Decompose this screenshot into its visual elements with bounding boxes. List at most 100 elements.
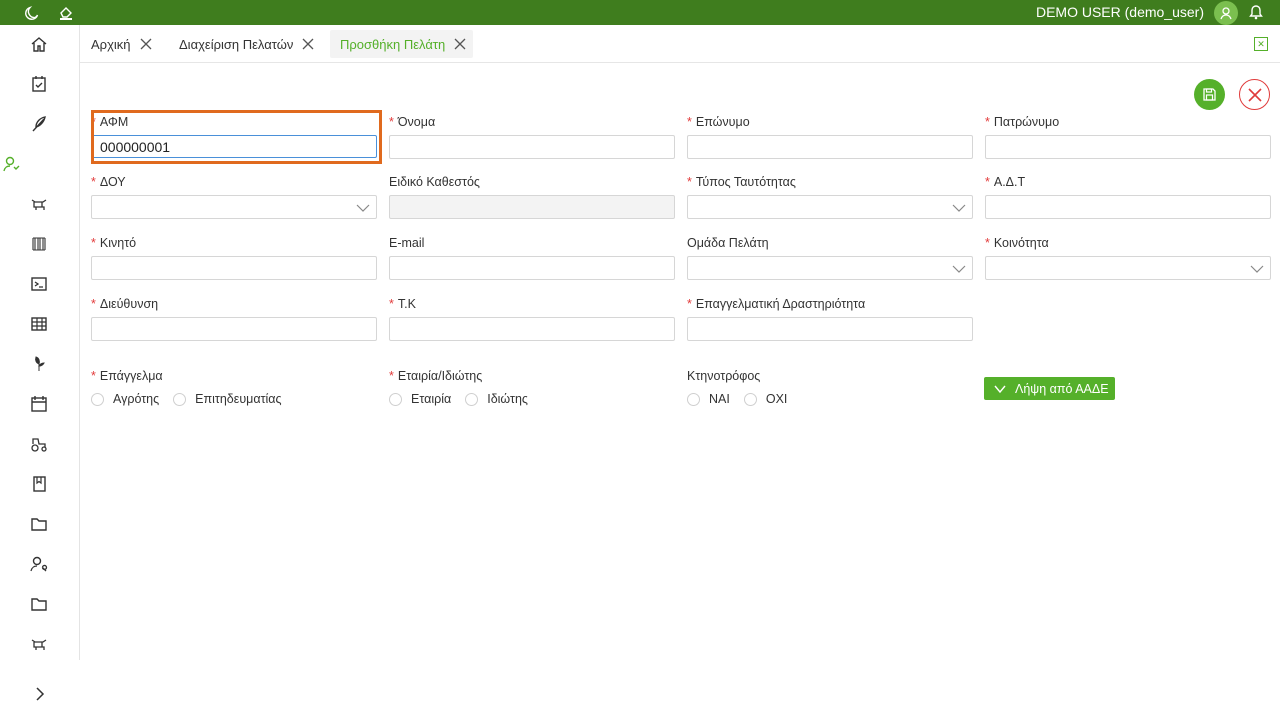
postal-code-input[interactable] [389,317,675,341]
folder-icon[interactable] [28,513,50,535]
afm-input[interactable] [91,135,377,158]
tab-label: Διαχείριση Πελατών [179,36,294,52]
field-label: * Επάγγελμα [91,369,163,383]
livestock-radio-group: Κτηνοτρόφος ΝΑΙ ΟΧΙ [687,368,801,406]
first-name-input[interactable] [389,135,675,159]
field-label: * Όνομα [389,115,436,129]
radio-company[interactable]: Εταιρία [389,392,451,406]
user-name[interactable]: DEMO USER (demo_user) [1036,4,1204,20]
father-name-field: * Πατρώνυμο [985,114,1271,159]
special-status-field: Ειδικό Καθεστός [389,174,675,219]
id-number-input[interactable] [985,195,1271,219]
chevron-down-icon [952,265,966,273]
last-name-input[interactable] [687,135,973,159]
field-label: * Α.Δ.Τ [985,175,1026,189]
cancel-button[interactable] [1239,79,1270,110]
chevron-down-icon [1250,265,1264,273]
avatar-icon[interactable] [1214,1,1238,25]
chevron-down-icon [994,382,1008,396]
field-label: * ΔΟΥ [91,175,126,189]
father-name-input[interactable] [985,135,1271,159]
business-activity-input[interactable] [687,317,973,341]
email-input[interactable] [389,256,675,280]
chevron-down-icon [952,204,966,212]
id-type-field: * Τύπος Ταυτότητας [687,174,973,219]
first-name-field: * Όνομα [389,114,675,159]
tab-label: Προσθήκη Πελάτη [340,36,446,52]
close-all-tabs-icon[interactable]: ✕ [1254,37,1268,51]
mobile-input[interactable] [91,256,377,280]
customer-group-field: Ομάδα Πελάτη [687,235,973,280]
close-icon[interactable] [301,37,315,51]
id-number-field: * Α.Δ.Τ [985,174,1271,219]
table-icon[interactable] [28,313,50,335]
field-label: * Διεύθυνση [91,297,159,311]
field-label: * Πατρώνυμο [985,115,1060,129]
community-select[interactable] [985,256,1271,280]
community-field: * Κοινότητα [985,235,1271,280]
tab-label: Αρχική [91,36,131,52]
radio-circle[interactable] [173,392,187,406]
doy-select[interactable] [91,195,377,219]
radio-no[interactable]: ΟΧΙ [743,392,787,406]
radio-professional[interactable]: Επιτηδευματίας [173,392,282,406]
radio-yes[interactable]: ΝΑΙ [687,392,730,406]
barcode-icon[interactable] [28,233,50,255]
profession-radio-group: * Επάγγελμα Αγρότης Επιτηδευματίας [91,368,296,406]
radio-individual[interactable]: Ιδιώτης [465,392,528,406]
feather-icon[interactable] [28,113,50,135]
radio-circle[interactable] [91,392,104,406]
radio-circle[interactable] [687,392,700,406]
customer-group-select[interactable] [687,256,973,280]
save-button[interactable] [1194,79,1225,110]
terminal-icon[interactable] [28,273,50,295]
field-label: Ομάδα Πελάτη [687,236,769,250]
id-type-select[interactable] [687,195,973,219]
address-input[interactable] [91,317,377,341]
tab-customer-management[interactable]: Διαχείριση Πελατών [169,30,321,58]
field-label: Κτηνοτρόφος [687,369,761,383]
tab-bar: Αρχική Διαχείριση Πελατών Προσθήκη Πελάτ… [80,25,1280,63]
radio-circle[interactable] [465,392,479,406]
field-label: * ΑΦΜ [91,115,129,129]
field-label: * Επώνυμο [687,115,750,129]
calendar-icon[interactable] [28,393,50,415]
bell-icon[interactable] [1248,2,1264,23]
close-icon[interactable] [139,37,153,51]
chevron-down-icon [356,204,370,212]
tab-home[interactable]: Αρχική [81,30,159,58]
book-icon[interactable] [28,473,50,495]
calendar-check-icon[interactable] [28,73,50,95]
cow-icon[interactable] [28,633,50,655]
cow-icon[interactable] [28,193,50,215]
close-icon [1247,87,1262,102]
business-activity-field: * Επαγγελματική Δραστηριότητα [687,296,973,341]
postal-code-field: * Τ.Κ [389,296,675,341]
fetch-from-aade-button[interactable]: Λήψη από ΑΑΔΕ [984,377,1115,400]
radio-farmer[interactable]: Αγρότης [91,392,159,406]
field-label: * Τ.Κ [389,297,416,311]
last-name-field: * Επώνυμο [687,114,973,159]
mobile-field: * Κινητό [91,235,377,280]
moon-icon[interactable] [22,3,42,23]
button-label: Λήψη από ΑΑΔΕ [1015,381,1109,396]
company-radio-group: * Εταιρία/Ιδιώτης Εταιρία Ιδιώτης [389,368,542,406]
chevron-right-icon[interactable] [30,684,50,704]
address-field: * Διεύθυνση [91,296,377,341]
leaf-icon[interactable] [28,353,50,375]
radio-circle[interactable] [743,392,757,406]
field-label: * Κοινότητα [985,236,1049,250]
field-label: * Εταιρία/Ιδιώτης [389,369,483,383]
user-search-icon[interactable] [28,553,50,575]
sidebar [0,25,80,660]
user-icon[interactable] [0,153,22,175]
doy-field: * ΔΟΥ [91,174,377,219]
tractor-icon[interactable] [28,433,50,455]
radio-circle[interactable] [389,392,402,406]
close-icon[interactable] [453,37,467,51]
floppy-icon [1203,88,1216,101]
folder-icon[interactable] [28,593,50,615]
tab-add-customer[interactable]: Προσθήκη Πελάτη [330,30,474,58]
home-icon[interactable] [28,33,50,55]
paint-bucket-icon[interactable] [56,3,76,23]
